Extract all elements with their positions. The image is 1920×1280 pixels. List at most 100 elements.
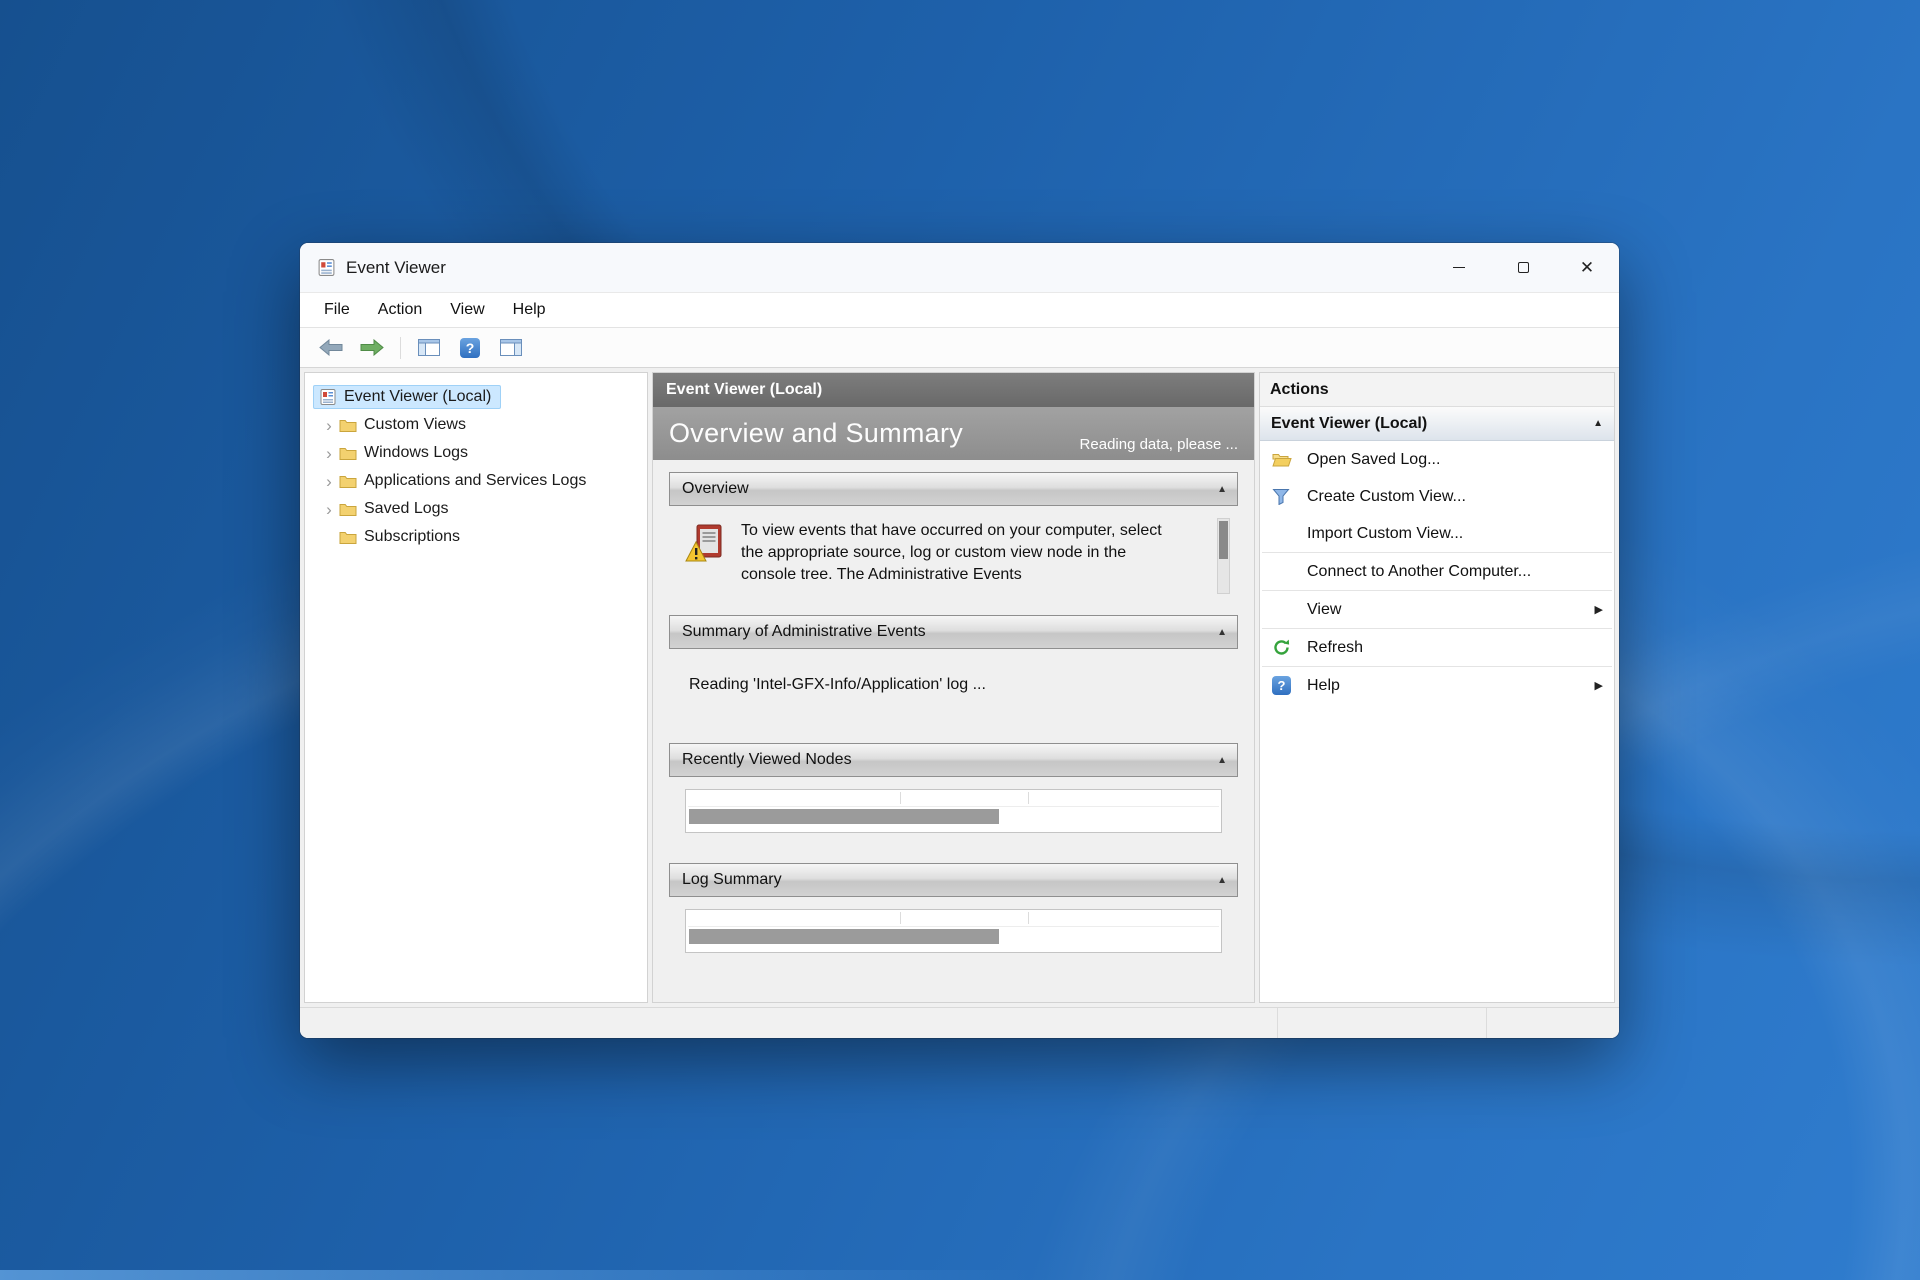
status-cell (1277, 1008, 1486, 1038)
collapse-arrow-icon[interactable]: ▲ (1217, 755, 1227, 766)
toolbar-separator (400, 336, 401, 359)
action-create-custom-view[interactable]: Create Custom View... (1260, 478, 1614, 515)
action-label: View (1307, 600, 1342, 618)
node-header-bar: Event Viewer (Local) (653, 373, 1254, 407)
overview-scrollbar[interactable] (1217, 518, 1230, 594)
filter-funnel-icon (1272, 487, 1298, 507)
actions-title-label: Actions (1270, 380, 1329, 398)
node-header-label: Event Viewer (Local) (666, 381, 823, 398)
tree-node-windows-logs[interactable]: › Windows Logs (305, 439, 647, 467)
summary-sections: Overview ▲ To view events that have occu… (653, 460, 1254, 1002)
page-title-bar: Overview and Summary Reading data, pleas… (653, 407, 1254, 460)
tree-node-applications-services-logs[interactable]: › Applications and Services Logs (305, 467, 647, 495)
wallpaper-glow (0, 1270, 1056, 1280)
expand-chevron-icon[interactable]: › (319, 445, 339, 462)
collapse-arrow-icon[interactable]: ▲ (1217, 627, 1227, 638)
placeholder-column-divider (1028, 792, 1030, 804)
section-title: Overview (682, 480, 749, 497)
close-button[interactable]: ✕ (1555, 243, 1619, 292)
action-label: Refresh (1307, 638, 1364, 656)
folder-icon (339, 530, 357, 544)
tree-selection: Event Viewer (Local) (313, 385, 502, 409)
folder-icon (339, 502, 357, 516)
tree-node-label: Event Viewer (Local) (344, 388, 492, 405)
recent-nodes-section-body (669, 777, 1238, 851)
action-label: Open Saved Log... (1307, 450, 1441, 468)
scrollbar-thumb[interactable] (1219, 521, 1228, 559)
action-refresh[interactable]: Refresh (1260, 629, 1614, 666)
submenu-arrow-icon: ▶ (1594, 680, 1603, 692)
refresh-icon (1272, 638, 1298, 658)
action-view[interactable]: View ▶ (1260, 591, 1614, 628)
section-title: Log Summary (682, 871, 782, 888)
actions-group-header[interactable]: Event Viewer (Local) ▲ (1260, 407, 1614, 441)
status-spacer (300, 1008, 1277, 1038)
tree-node-subscriptions[interactable]: Subscriptions (305, 523, 647, 551)
overview-section: Overview ▲ To view events that have occu… (669, 472, 1238, 603)
tree-node-event-viewer-local[interactable]: Event Viewer (Local) (305, 383, 647, 411)
admin-events-section-body: Reading 'Intel-GFX-Info/Application' log… (669, 649, 1238, 731)
back-icon (319, 339, 343, 356)
expand-chevron-icon[interactable]: › (319, 417, 339, 434)
tree-node-label: Subscriptions (364, 528, 461, 545)
overview-section-body: To view events that have occurred on you… (669, 506, 1238, 603)
maximize-icon (1517, 262, 1529, 273)
log-summary-section: Log Summary ▲ (669, 863, 1238, 971)
window-title: Event Viewer (346, 257, 446, 277)
actions-group-label: Event Viewer (Local) (1271, 414, 1428, 432)
event-viewer-node-icon (319, 388, 337, 406)
icon-spacer (1272, 562, 1298, 582)
help-button[interactable]: ? (453, 333, 487, 363)
expand-chevron-icon[interactable]: › (319, 473, 339, 490)
event-viewer-app-icon (317, 258, 336, 277)
action-help[interactable]: ? Help ▶ (1260, 667, 1614, 704)
menu-view[interactable]: View (436, 293, 498, 327)
section-title: Summary of Administrative Events (682, 623, 926, 640)
show-console-tree-button[interactable] (412, 333, 446, 363)
section-title: Recently Viewed Nodes (682, 751, 852, 768)
folder-icon (339, 418, 357, 432)
action-label: Help (1307, 676, 1340, 694)
tree-node-custom-views[interactable]: › Custom Views (305, 411, 647, 439)
tree-node-label: Saved Logs (364, 500, 449, 517)
close-icon: ✕ (1579, 258, 1595, 277)
action-connect-to-another-computer[interactable]: Connect to Another Computer... (1260, 553, 1614, 590)
admin-events-section-header[interactable]: Summary of Administrative Events ▲ (669, 615, 1238, 649)
log-summary-section-header[interactable]: Log Summary ▲ (669, 863, 1238, 897)
main-area: Event Viewer (Local) › Custom Views › Wi… (300, 368, 1619, 1007)
placeholder-header-divider (688, 806, 1219, 807)
toolbar: ? (300, 328, 1619, 368)
minimize-button[interactable] (1427, 243, 1491, 292)
expand-chevron-icon[interactable]: › (319, 501, 339, 518)
admin-events-section: Summary of Administrative Events ▲ Readi… (669, 615, 1238, 731)
overview-section-header[interactable]: Overview ▲ (669, 472, 1238, 506)
collapse-arrow-icon[interactable]: ▲ (1217, 875, 1227, 886)
titlebar: Event Viewer ✕ (300, 243, 1619, 292)
menu-help[interactable]: Help (499, 293, 560, 327)
collapse-arrow-icon[interactable]: ▲ (1593, 418, 1603, 429)
loading-table-placeholder (685, 909, 1222, 953)
page-title: Overview and Summary (669, 418, 964, 448)
menu-file[interactable]: File (310, 293, 364, 327)
maximize-button[interactable] (1491, 243, 1555, 292)
icon-spacer (1272, 524, 1298, 544)
actions-pane-title: Actions (1260, 373, 1614, 407)
console-tree-panel: Event Viewer (Local) › Custom Views › Wi… (304, 372, 648, 1003)
action-open-saved-log[interactable]: Open Saved Log... (1260, 441, 1614, 478)
forward-button[interactable] (355, 333, 389, 363)
show-action-pane-button[interactable] (494, 333, 528, 363)
folder-icon (339, 446, 357, 460)
overview-text: To view events that have occurred on you… (741, 522, 1162, 584)
tree-node-label: Custom Views (364, 416, 466, 433)
placeholder-column-divider (1028, 912, 1030, 924)
actions-list: Event Viewer (Local) ▲ Open Saved Log... (1260, 407, 1614, 1002)
menu-action[interactable]: Action (364, 293, 436, 327)
collapse-arrow-icon[interactable]: ▲ (1217, 484, 1227, 495)
minimize-icon (1453, 266, 1465, 269)
icon-spacer (1272, 600, 1298, 620)
action-import-custom-view[interactable]: Import Custom View... (1260, 515, 1614, 552)
recent-nodes-section-header[interactable]: Recently Viewed Nodes ▲ (669, 743, 1238, 777)
back-button[interactable] (314, 333, 348, 363)
submenu-arrow-icon: ▶ (1594, 604, 1603, 616)
tree-node-saved-logs[interactable]: › Saved Logs (305, 495, 647, 523)
